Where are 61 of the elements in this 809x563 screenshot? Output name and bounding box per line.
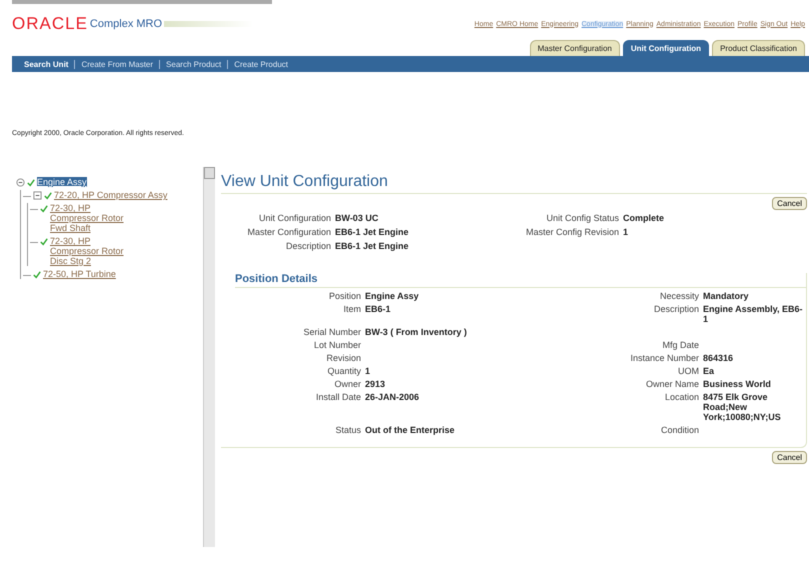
tree-item[interactable]: Engine Assy xyxy=(37,177,87,187)
field-label: Owner xyxy=(333,379,361,389)
field-value: 864316 xyxy=(703,353,734,363)
section-title: Position Details xyxy=(235,273,806,288)
page-title: View Unit Configuration xyxy=(221,173,807,194)
field-label: Lot Number xyxy=(312,340,361,350)
field-label: Description xyxy=(654,304,699,314)
tab[interactable]: Unit Configuration xyxy=(622,40,710,56)
tree-item[interactable]: 72-30, HP Compressor Rotor Disc Stg 2 xyxy=(50,236,130,266)
subnav-link[interactable]: Search Product xyxy=(166,60,222,68)
collapse-icon[interactable] xyxy=(16,178,25,187)
field-value: BW-3 ( From Inventory ) xyxy=(365,327,467,337)
subnav-link[interactable]: Create Product xyxy=(234,60,288,68)
field-value: Complete xyxy=(623,213,664,223)
field-label: Instance Number xyxy=(630,353,699,363)
cancel-button[interactable]: Cancel xyxy=(772,197,807,210)
field-value: Engine Assembly, EB6-1 xyxy=(703,304,803,324)
field-label: Install Date xyxy=(314,392,361,404)
field-label: Description xyxy=(284,241,331,251)
field-value: EB6-1 Jet Engine xyxy=(335,241,410,251)
field-label: Quantity xyxy=(326,366,361,376)
field-label: Item xyxy=(342,304,361,316)
field-label: Mfg Date xyxy=(662,340,699,350)
tab[interactable]: Master Configuration xyxy=(530,40,620,56)
product-name: Complex MRO xyxy=(90,18,162,30)
field-value: Engine Assy xyxy=(365,291,419,301)
field-label: Master Config Revision xyxy=(526,227,619,237)
field-label: Necessity xyxy=(660,291,699,301)
field-value: 26-JAN-2006 xyxy=(365,392,420,402)
field-label: Serial Number xyxy=(302,327,361,337)
field-value: 2913 xyxy=(365,379,386,389)
field-value: Ea xyxy=(703,366,714,376)
field-label: Position xyxy=(328,291,361,301)
subnav-link[interactable]: Search Unit xyxy=(24,60,68,68)
field-label: Unit Configuration xyxy=(258,213,331,223)
field-label: Location xyxy=(664,392,699,402)
oracle-logo: ORACLE xyxy=(12,14,88,34)
field-value: Business World xyxy=(703,379,771,389)
field-label: Status xyxy=(334,425,361,435)
tab[interactable]: Product Classification xyxy=(712,40,805,56)
field-value: 1 xyxy=(623,227,628,237)
field-label: Revision xyxy=(325,353,361,363)
scrollbar[interactable] xyxy=(203,167,215,547)
field-value: BW-03 UC xyxy=(335,213,380,223)
field-label: Condition xyxy=(660,425,699,435)
field-value: 1 xyxy=(365,366,370,376)
tree-item[interactable]: 72-30, HP Compressor Rotor Fwd Shaft xyxy=(50,203,130,233)
field-value: Out of the Enterprise xyxy=(365,425,455,435)
tree-item[interactable]: 72-50, HP Turbine xyxy=(43,269,116,279)
field-label: Master Configuration xyxy=(246,227,331,237)
field-value: 8475 Elk Grove Road;New York;10080;NY;US xyxy=(703,392,781,422)
cancel-button[interactable]: Cancel xyxy=(772,451,807,464)
field-value: EB6-1 xyxy=(365,304,391,314)
field-value: EB6-1 Jet Engine xyxy=(335,227,410,237)
field-label: Owner Name xyxy=(646,379,699,389)
tree-item[interactable]: 72-20, HP Compressor Assy xyxy=(54,190,168,200)
collapse-icon[interactable] xyxy=(33,191,42,200)
field-label: UOM xyxy=(678,366,699,376)
field-value: Mandatory xyxy=(703,291,749,301)
subnav-link[interactable]: Create From Master xyxy=(81,60,154,68)
field-label: Unit Config Status xyxy=(546,213,619,223)
